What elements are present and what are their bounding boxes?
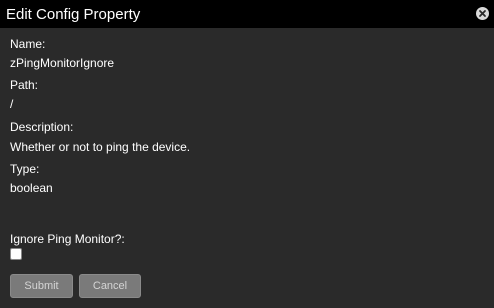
submit-button[interactable]: Submit bbox=[10, 274, 73, 298]
ignore-ping-monitor-checkbox[interactable] bbox=[10, 248, 22, 260]
path-value: / bbox=[10, 97, 14, 111]
type-label: Type: bbox=[10, 162, 40, 176]
dialog-title: Edit Config Property bbox=[6, 6, 141, 23]
dialog-titlebar: Edit Config Property bbox=[0, 0, 494, 28]
description-value: Whether or not to ping the device. bbox=[10, 140, 191, 154]
cancel-button[interactable]: Cancel bbox=[79, 274, 141, 298]
name-label: Name: bbox=[10, 37, 46, 51]
path-label: Path: bbox=[10, 78, 39, 92]
type-value: boolean bbox=[10, 181, 53, 195]
edit-config-property-dialog: Edit Config Property Name: zPingMonitorI… bbox=[0, 0, 494, 308]
ignore-ping-monitor-label: Ignore Ping Monitor?: bbox=[10, 232, 125, 246]
name-value: zPingMonitorIgnore bbox=[10, 56, 115, 70]
close-icon[interactable] bbox=[476, 7, 489, 20]
description-label: Description: bbox=[10, 120, 74, 134]
